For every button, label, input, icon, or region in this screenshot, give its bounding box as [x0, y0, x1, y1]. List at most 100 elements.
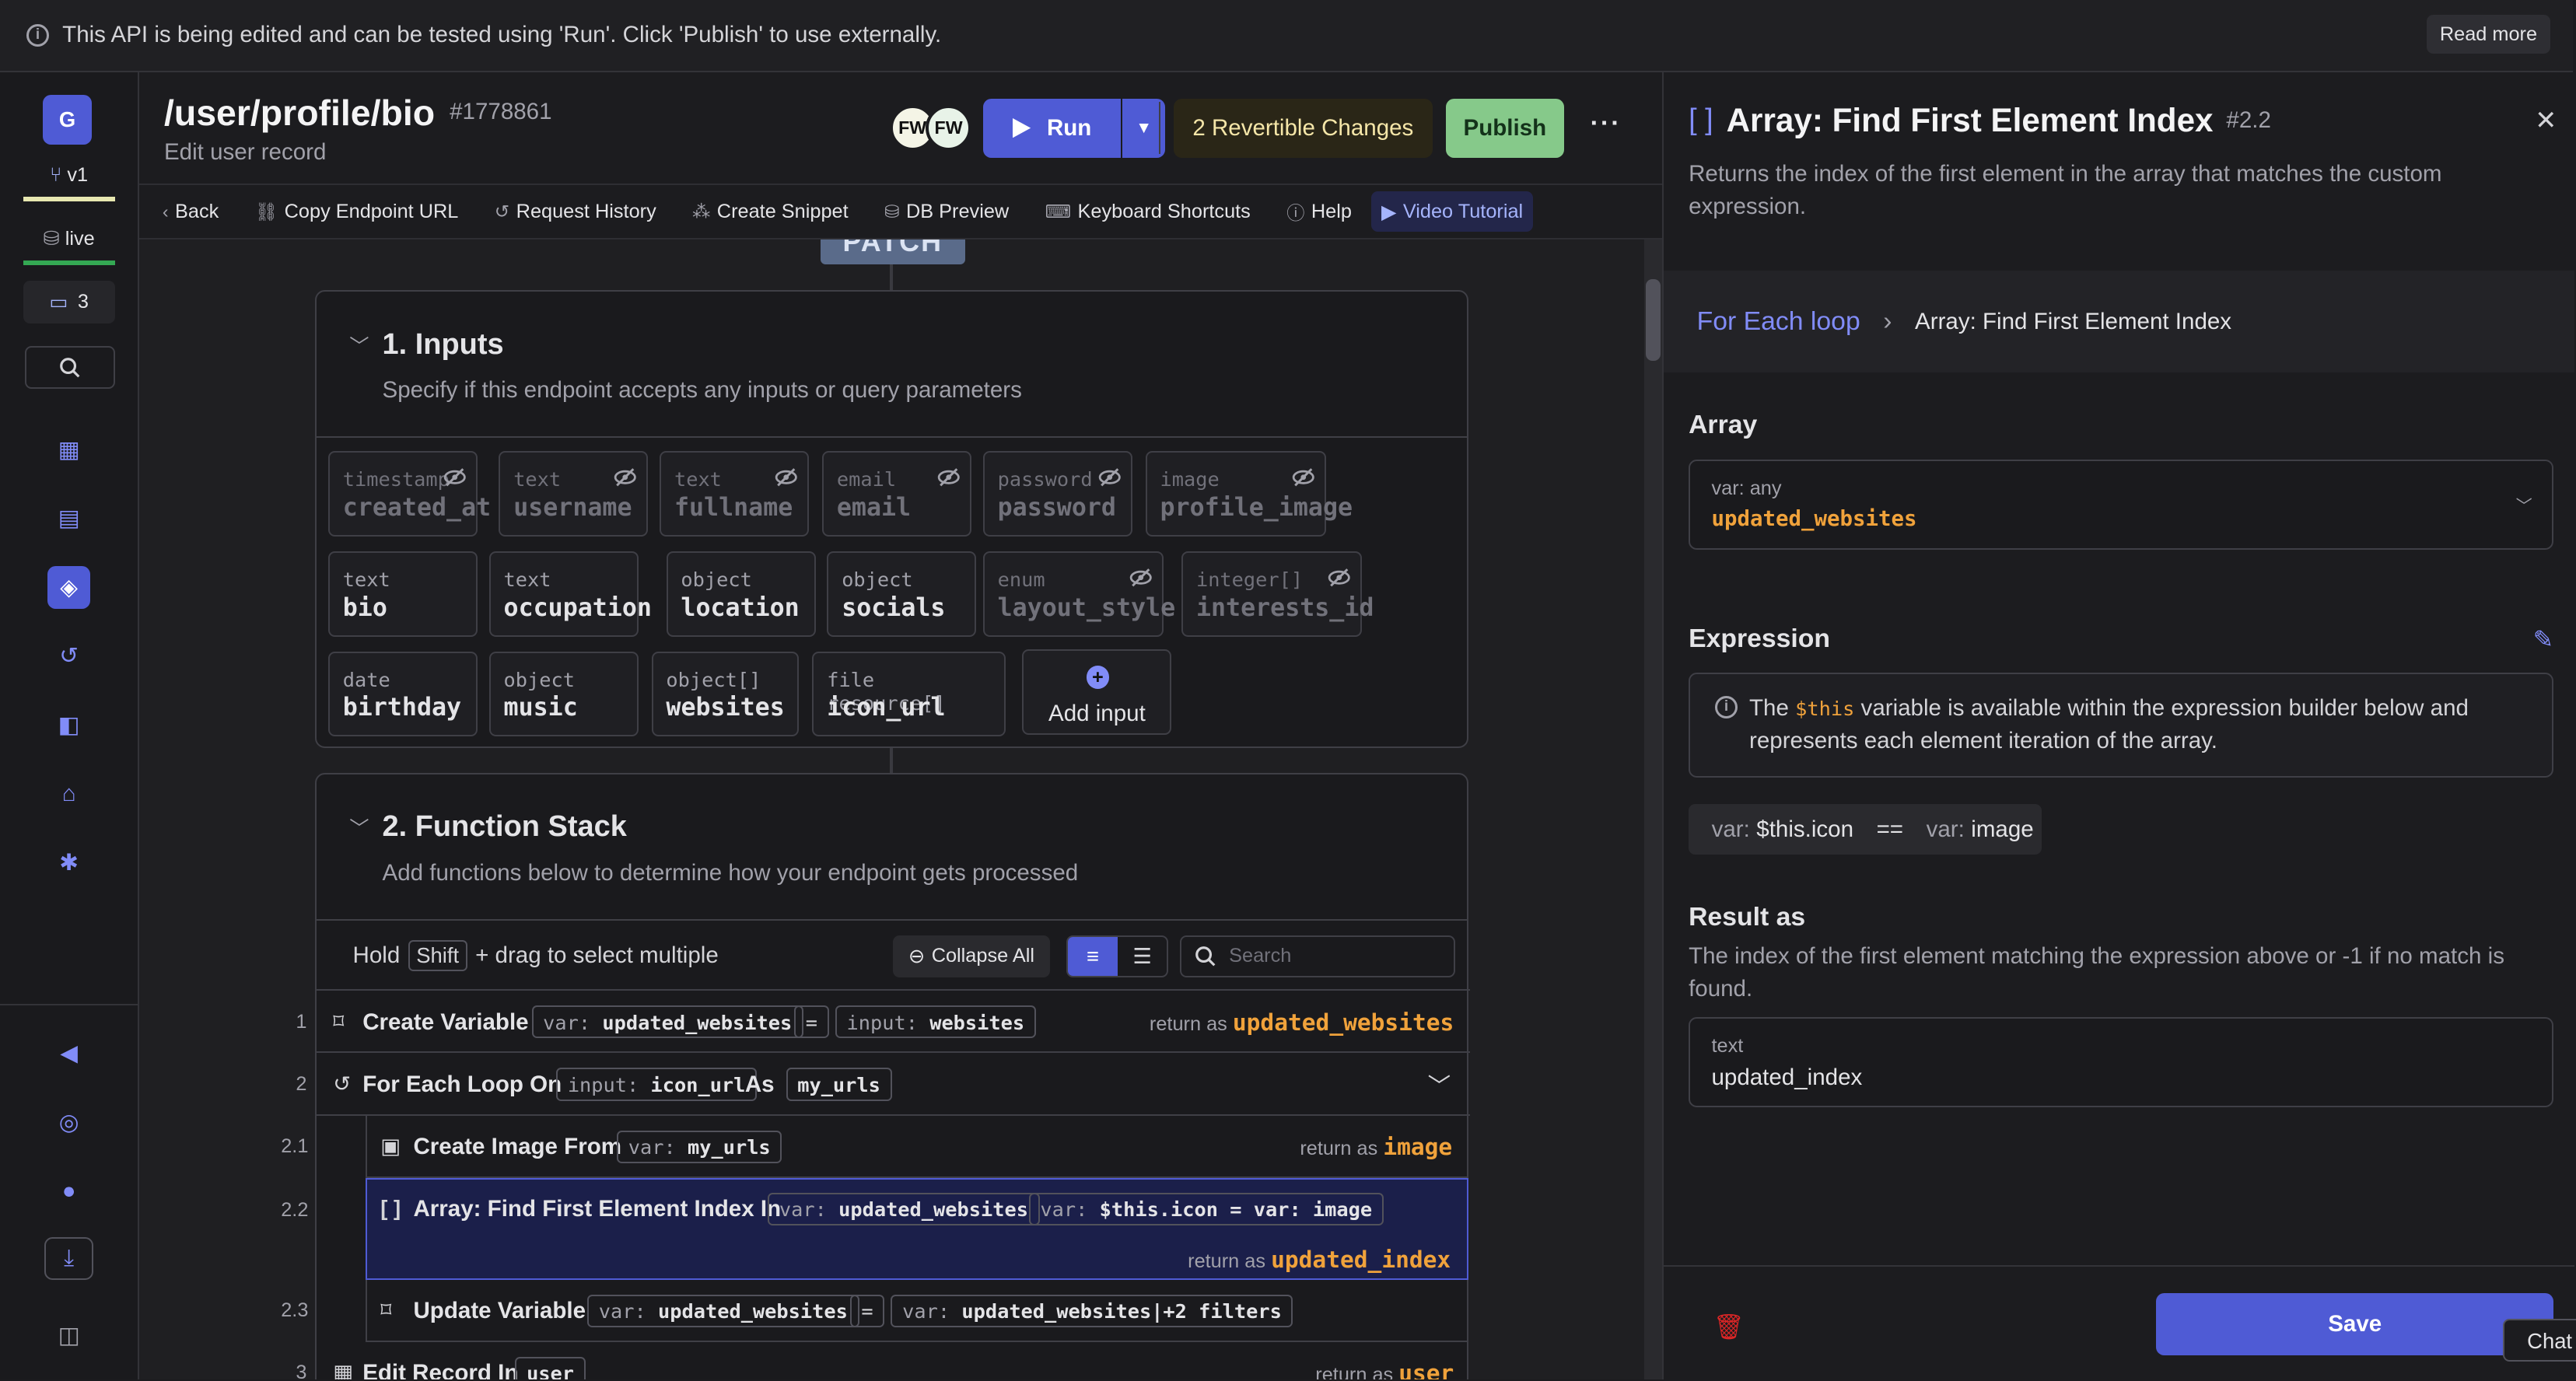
input-chip-music[interactable]: object music [488, 651, 639, 737]
support-icon[interactable]: ◎ [47, 1101, 90, 1144]
avatar[interactable]: FW [926, 105, 972, 152]
branch-selector[interactable]: ⑂ v1 [23, 164, 115, 201]
eye-off-icon[interactable] [614, 466, 637, 489]
function-stack-header[interactable]: ﹀ 2. Function Stack Add functions below … [317, 774, 1468, 921]
trash-icon[interactable]: 🗑 [1713, 1313, 1745, 1341]
library-icon[interactable]: ◧ [47, 704, 90, 746]
marketplace-icon[interactable]: ⌂ [47, 773, 90, 816]
function-row-update-variable[interactable]: 2.3 ⌑ Update Variable var: updated_websi… [281, 1279, 1469, 1342]
input-chip-bio[interactable]: text bio [327, 551, 478, 637]
input-chip-icon-url[interactable]: file resource[] icon_url [812, 651, 1006, 737]
sidebar-toggle-icon[interactable]: ◫ [47, 1314, 90, 1357]
tag-icon: ⌑ [333, 1009, 345, 1033]
variable-pill[interactable]: var: updated_websites [768, 1192, 1040, 1225]
comments-button[interactable]: ▭ 3 [23, 280, 115, 323]
eye-off-icon[interactable] [1129, 566, 1153, 589]
input-pill[interactable]: input: icon_url [556, 1068, 758, 1101]
workspace-avatar[interactable]: G [42, 95, 93, 145]
variable-pill[interactable]: var: updated_websites [531, 1005, 803, 1039]
settings-icon[interactable]: ✱ [47, 841, 90, 884]
breadcrumb-parent-link[interactable]: For Each loop [1697, 306, 1860, 337]
function-row-create-image[interactable]: 2.1 ▣ Create Image From var: my_urls ret… [281, 1115, 1469, 1178]
rail-search-button[interactable] [24, 346, 115, 390]
function-row-find-first-index[interactable]: 2.2 [ ] Array: Find First Element Index … [281, 1177, 1469, 1280]
datasource-selector[interactable]: ⛁ live [23, 226, 115, 265]
function-search-input[interactable]: Search [1179, 935, 1456, 978]
request-history-button[interactable]: ↺ Request History [495, 201, 656, 223]
variable-pill[interactable]: var: updated_websites [587, 1294, 859, 1327]
input-chip-socials[interactable]: object socials [827, 551, 977, 637]
array-brackets-icon: [ ] [1689, 103, 1713, 137]
input-chip-location[interactable]: object location [666, 551, 816, 637]
input-chip-password[interactable]: password password [982, 451, 1132, 537]
variable-pill[interactable]: var: my_urls [617, 1130, 782, 1163]
function-row-for-each[interactable]: 2 ↺ For Each Loop On input: icon_url As … [296, 1053, 1471, 1116]
collapse-all-button[interactable]: ⊖ Collapse All [892, 935, 1051, 978]
input-type: object[] [666, 667, 761, 691]
expression-pill[interactable]: var: $this.icon = var: image [1028, 1192, 1384, 1225]
eye-off-icon[interactable] [937, 466, 961, 489]
canvas-scrollbar-thumb[interactable] [1646, 278, 1661, 362]
input-chip-birthday[interactable]: date birthday [327, 651, 478, 737]
edit-icon[interactable]: ✎ [2533, 625, 2554, 654]
input-chip-email[interactable]: email email [821, 451, 971, 537]
back-button[interactable]: ‹ Back [163, 201, 219, 223]
keyboard-shortcuts-label: Keyboard Shortcuts [1077, 200, 1251, 222]
input-chip-fullname[interactable]: text fullname [660, 451, 810, 537]
publish-button[interactable]: Publish [1445, 98, 1564, 158]
chat-button[interactable]: Chat [2502, 1319, 2576, 1362]
input-chip-username[interactable]: text username [499, 451, 649, 537]
install-icon[interactable]: ⤓ [44, 1236, 94, 1280]
eye-off-icon[interactable] [443, 466, 467, 489]
input-type: image [1160, 467, 1220, 491]
chevron-down-icon[interactable]: ﹀ [349, 813, 369, 841]
database-nav-icon[interactable]: ▤ [47, 497, 90, 540]
help-button[interactable]: ⓘ Help [1286, 198, 1352, 225]
alias-pill[interactable]: my_urls [786, 1068, 892, 1101]
input-pill[interactable]: input: websites [835, 1005, 1036, 1039]
function-row-create-variable[interactable]: 1 ⌑ Create Variable var: updated_website… [296, 991, 1471, 1054]
add-input-button[interactable]: + Add input [1022, 649, 1172, 736]
dashboard-icon[interactable]: ▦ [47, 428, 90, 471]
save-button[interactable]: Save [2156, 1292, 2554, 1355]
eye-off-icon[interactable] [775, 466, 798, 489]
close-icon[interactable]: ✕ [2535, 105, 2557, 136]
create-snippet-button[interactable]: ⁂ Create Snippet [692, 201, 849, 223]
revertible-changes-button[interactable]: 2 Revertible Changes [1173, 98, 1433, 158]
list-view-icon[interactable]: ≡ [1068, 936, 1118, 977]
announcements-icon[interactable]: ◀ [47, 1032, 90, 1075]
user-icon[interactable]: ● [47, 1169, 90, 1212]
input-chip-layout-style[interactable]: enum layout_style [982, 551, 1175, 637]
expression-chip[interactable]: var: $this.icon == var: image [1689, 803, 2042, 855]
eye-off-icon[interactable] [1328, 566, 1351, 589]
eye-off-icon[interactable] [1292, 466, 1315, 489]
variable-pill[interactable]: var: updated_websites|+2 filters [891, 1294, 1293, 1327]
chevron-down-icon[interactable]: ﹀ [1428, 1068, 1451, 1101]
copy-endpoint-url-button[interactable]: ⛓ Copy Endpoint URL [255, 201, 459, 223]
run-button[interactable]: Run [982, 98, 1122, 158]
chevron-down-icon[interactable]: ﹀ [349, 331, 369, 359]
keyboard-shortcuts-button[interactable]: ⌨ Keyboard Shortcuts [1045, 201, 1251, 223]
numbered-view-icon[interactable]: ☰ [1118, 937, 1167, 977]
api-layers-icon[interactable]: ◈ [47, 565, 91, 609]
more-options-icon[interactable]: ··· [1591, 108, 1622, 138]
function-row-edit-record[interactable]: 3 ▦ Edit Record In user return as user [296, 1342, 1470, 1380]
result-variable-input[interactable]: text updated_index [1689, 1017, 2554, 1108]
table-pill[interactable]: user [515, 1356, 586, 1380]
input-chip-interests-id[interactable]: integer[] interests_id [1181, 551, 1374, 637]
history-icon[interactable]: ↺ [47, 635, 90, 678]
pill-prefix: var: [628, 1135, 676, 1159]
array-select[interactable]: var: any updated_websites ﹀ [1689, 459, 2554, 550]
input-chip-occupation[interactable]: text occupation [488, 551, 652, 637]
eye-off-icon[interactable] [1098, 466, 1122, 489]
search-icon [1195, 946, 1216, 967]
input-chip-created-at[interactable]: timestamp created_at [327, 451, 491, 537]
input-chip-profile-image[interactable]: image profile_image [1145, 451, 1353, 537]
canvas-scrollbar[interactable] [1644, 239, 1663, 1380]
db-preview-button[interactable]: ⛁ DB Preview [884, 201, 1009, 223]
video-tutorial-button[interactable]: ▶ Video Tutorial [1371, 191, 1533, 232]
input-chip-websites[interactable]: object[] websites [651, 651, 800, 737]
expression-label: Expression [1689, 623, 1831, 653]
inputs-section-header[interactable]: ﹀ 1. Inputs Specify if this endpoint acc… [317, 292, 1468, 439]
read-more-button[interactable]: Read more [2426, 14, 2550, 54]
